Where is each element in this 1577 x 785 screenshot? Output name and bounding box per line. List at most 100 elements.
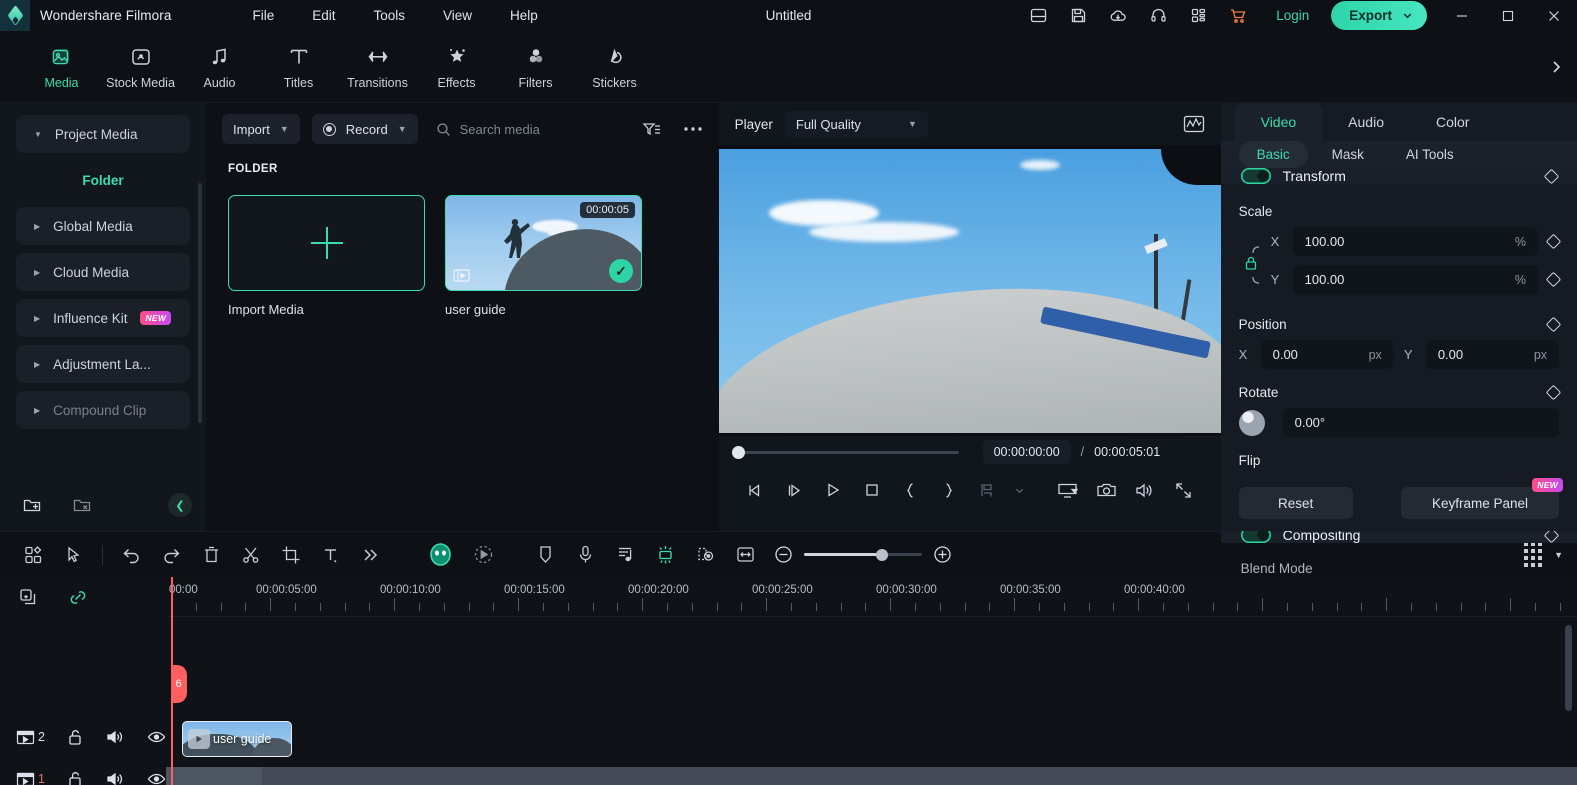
record-button[interactable]: Record ▼ xyxy=(311,114,418,144)
mark-in-icon[interactable] xyxy=(891,475,930,505)
more-tools-icon[interactable] xyxy=(351,539,391,571)
timeline-horizontal-scrollbar[interactable] xyxy=(166,767,1577,785)
transform-keyframe-icon[interactable] xyxy=(1543,168,1560,184)
playhead[interactable]: 6 xyxy=(170,577,187,785)
category-transitions[interactable]: Transitions xyxy=(338,44,417,90)
cast-screen-icon[interactable] xyxy=(1048,475,1087,505)
stop-icon[interactable] xyxy=(852,475,891,505)
text-icon[interactable] xyxy=(311,539,351,571)
track-lane-2[interactable] xyxy=(166,677,1577,717)
sidebar-item-project-media[interactable]: ▼ Project Media xyxy=(16,115,190,153)
collapse-panel-icon[interactable]: ❮ xyxy=(168,493,192,517)
reset-button[interactable]: Reset xyxy=(1238,487,1353,519)
audio-mixer-icon[interactable] xyxy=(605,539,645,571)
mark-out-icon[interactable] xyxy=(930,475,969,505)
category-filters[interactable]: Filters xyxy=(496,44,575,90)
track-header-1[interactable]: 1 xyxy=(0,759,166,785)
rotate-field[interactable]: 0.00° xyxy=(1282,408,1559,437)
category-stickers[interactable]: Stickers xyxy=(575,44,654,90)
render-preview-icon[interactable] xyxy=(685,539,725,571)
sidebar-item-global-media[interactable]: ▶ Global Media xyxy=(16,207,190,245)
scrubber-handle[interactable] xyxy=(731,445,745,459)
track-header-2[interactable]: 2 xyxy=(0,717,166,757)
zoom-in-icon[interactable] xyxy=(932,544,953,565)
audio-scope-icon[interactable] xyxy=(1183,114,1205,134)
position-y-field[interactable]: 0.00 px xyxy=(1425,340,1560,369)
current-timecode[interactable]: 00:00:00:00 xyxy=(982,440,1071,464)
link-clips-icon[interactable] xyxy=(67,587,90,608)
prev-frame-icon[interactable] xyxy=(737,475,776,505)
video-preview-area[interactable] xyxy=(718,145,1221,436)
menu-tools[interactable]: Tools xyxy=(354,4,424,27)
tab-video[interactable]: Video xyxy=(1234,103,1323,141)
delete-folder-icon[interactable] xyxy=(72,495,92,515)
category-audio[interactable]: Audio xyxy=(180,44,259,90)
headset-support-icon[interactable] xyxy=(1138,0,1178,31)
more-options-icon[interactable] xyxy=(683,126,703,132)
search-media[interactable] xyxy=(436,121,630,137)
play-icon[interactable] xyxy=(814,475,853,505)
menu-view[interactable]: View xyxy=(424,4,491,27)
position-keyframe-icon[interactable] xyxy=(1545,316,1562,333)
video-frame[interactable] xyxy=(718,148,1221,433)
menu-edit[interactable]: Edit xyxy=(293,4,354,27)
layout-panel-icon[interactable] xyxy=(1018,0,1058,31)
save-icon[interactable] xyxy=(1058,0,1098,31)
search-input[interactable] xyxy=(459,121,630,137)
scale-y-field[interactable]: 100.00 % xyxy=(1292,265,1538,294)
select-cursor-icon[interactable] xyxy=(54,539,94,571)
subtab-basic[interactable]: Basic xyxy=(1238,141,1308,168)
timeline-scrollbar[interactable] xyxy=(1565,625,1572,711)
import-media-dropzone[interactable] xyxy=(228,195,425,291)
zoom-slider[interactable] xyxy=(804,548,922,561)
subtab-ai-tools[interactable]: AI Tools xyxy=(1388,141,1472,168)
media-item-user-guide[interactable]: 00:00:05 ✓ user guide xyxy=(445,195,642,317)
fit-timeline-icon[interactable] xyxy=(725,539,765,571)
cloud-upload-icon[interactable] xyxy=(1098,0,1138,31)
login-button[interactable]: Login xyxy=(1260,2,1325,29)
ai-portrait-icon[interactable] xyxy=(417,539,463,571)
import-button[interactable]: Import ▼ xyxy=(222,114,300,144)
menu-help[interactable]: Help xyxy=(491,4,557,27)
categories-next-button[interactable] xyxy=(1545,52,1567,82)
sidebar-item-influence-kit[interactable]: ▶ Influence Kit NEW xyxy=(16,299,190,337)
cart-icon[interactable] xyxy=(1218,0,1258,31)
unlock-icon[interactable] xyxy=(67,728,84,747)
motion-tracking-icon[interactable] xyxy=(463,539,503,571)
position-x-field[interactable]: 0.00 px xyxy=(1260,340,1394,369)
tab-audio[interactable]: Audio xyxy=(1322,103,1410,141)
volume-icon[interactable] xyxy=(1125,475,1164,505)
marker-icon[interactable] xyxy=(525,539,565,571)
quality-dropdown[interactable]: Full Quality ▼ xyxy=(784,110,928,138)
category-titles[interactable]: Titles xyxy=(259,44,338,90)
window-maximize-button[interactable] xyxy=(1485,0,1531,31)
delete-icon[interactable] xyxy=(191,539,231,571)
crop-icon[interactable] xyxy=(271,539,311,571)
timeline-ruler[interactable]: 00:00 00:00:05:00 00:00:10:00 00:00:15:0… xyxy=(166,577,1577,617)
eye-icon[interactable] xyxy=(147,771,166,785)
marker-icon[interactable] xyxy=(968,475,1007,505)
sidebar-item-adjustment-layer[interactable]: ▶ Adjustment La... xyxy=(16,345,190,383)
menu-file[interactable]: File xyxy=(233,4,293,27)
sidebar-scrollbar[interactable] xyxy=(198,183,202,423)
sidebar-item-cloud-media[interactable]: ▶ Cloud Media xyxy=(16,253,190,291)
import-media-tile[interactable]: Import Media xyxy=(228,195,425,317)
undo-icon[interactable] xyxy=(111,539,151,571)
track-lane-1[interactable]: user guide xyxy=(166,719,1577,759)
media-thumbnail[interactable]: 00:00:05 ✓ xyxy=(445,195,642,291)
timeline-clip-user-guide[interactable]: user guide xyxy=(182,721,292,757)
transform-toggle[interactable] xyxy=(1240,168,1271,184)
add-track-icon[interactable] xyxy=(18,587,39,608)
category-stock-media[interactable]: Stock Media xyxy=(101,44,180,90)
filter-sort-icon[interactable] xyxy=(642,121,661,138)
sidebar-item-compound-clip[interactable]: ▶ Compound Clip xyxy=(16,391,190,429)
subtab-mask[interactable]: Mask xyxy=(1314,141,1382,168)
scale-link-lock[interactable] xyxy=(1239,241,1265,289)
split-scissors-icon[interactable] xyxy=(231,539,271,571)
rotate-dial[interactable] xyxy=(1238,409,1265,436)
snapshot-icon[interactable] xyxy=(1087,475,1126,505)
speaker-icon[interactable] xyxy=(106,770,125,785)
voiceover-mic-icon[interactable] xyxy=(565,539,605,571)
next-frame-icon[interactable] xyxy=(775,475,814,505)
new-folder-icon[interactable] xyxy=(22,495,42,515)
